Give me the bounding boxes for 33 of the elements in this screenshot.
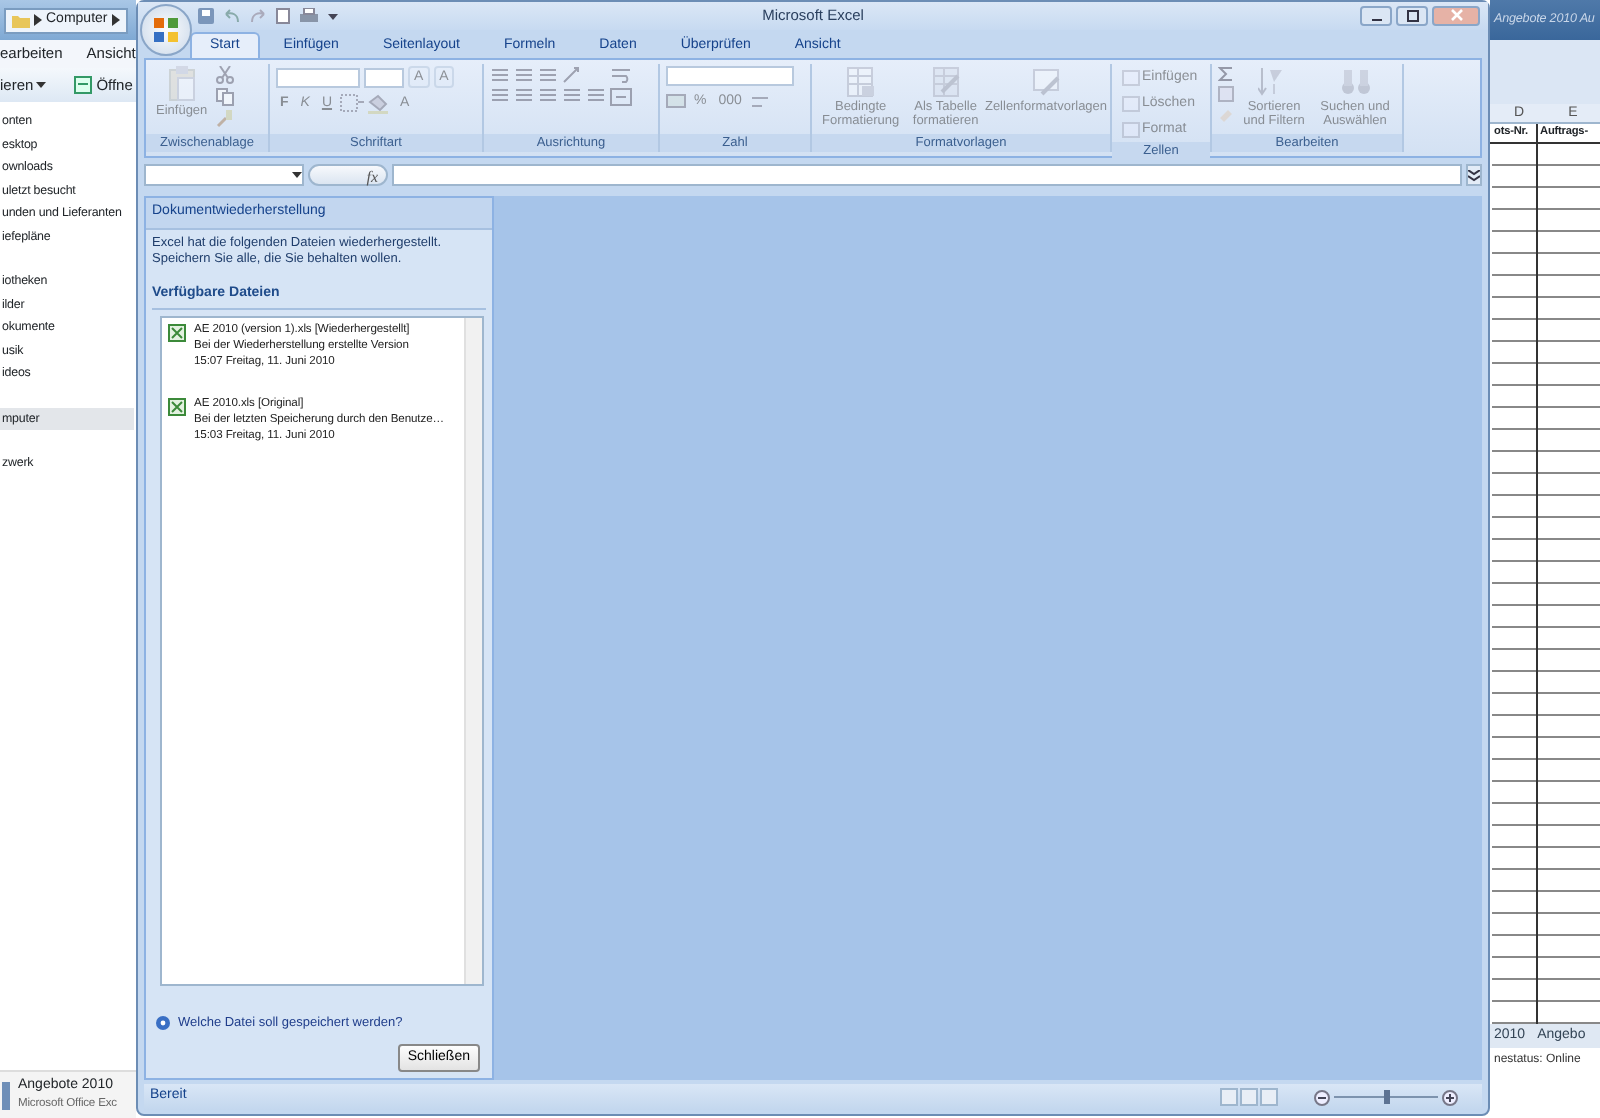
folder-icon bbox=[12, 13, 30, 27]
caret-icon bbox=[36, 82, 47, 88]
caret-icon[interactable] bbox=[328, 13, 338, 19]
redo-icon[interactable] bbox=[250, 8, 266, 24]
chevron-icon bbox=[34, 14, 42, 26]
office-logo-icon bbox=[152, 16, 180, 44]
maximize-icon bbox=[1403, 8, 1421, 24]
spreadsheet-file-icon[interactable] bbox=[168, 323, 186, 342]
zoom-in-icon[interactable] bbox=[1442, 1089, 1458, 1105]
insert-function-button[interactable]: fx bbox=[308, 164, 388, 186]
cell-style-icon bbox=[1030, 66, 1062, 98]
conditional-format-icon bbox=[844, 66, 877, 98]
undo-icon[interactable] bbox=[224, 8, 240, 24]
save-icon[interactable] bbox=[198, 8, 214, 24]
formula-input-field[interactable] bbox=[392, 164, 1462, 186]
scrollbar[interactable] bbox=[464, 317, 482, 984]
name-box[interactable] bbox=[144, 164, 304, 186]
printer-icon[interactable] bbox=[300, 8, 318, 24]
office-button[interactable] bbox=[140, 4, 192, 56]
caret-icon bbox=[292, 172, 302, 178]
maximize-button[interactable] bbox=[1396, 6, 1428, 26]
zoom-out-icon[interactable] bbox=[1314, 1089, 1330, 1105]
expand-button[interactable] bbox=[1466, 164, 1482, 186]
spreadsheet-file-icon[interactable] bbox=[168, 398, 186, 417]
clipboard-icon bbox=[167, 66, 196, 102]
minimize-button[interactable] bbox=[1360, 6, 1392, 26]
table-icon bbox=[929, 66, 962, 98]
binoculars-icon bbox=[1339, 66, 1372, 98]
chevron-icon bbox=[111, 14, 120, 26]
open-icon bbox=[74, 76, 93, 94]
help-icon bbox=[156, 1016, 170, 1031]
zoom-slider-thumb[interactable] bbox=[1384, 1090, 1390, 1104]
close-icon bbox=[1447, 8, 1465, 24]
